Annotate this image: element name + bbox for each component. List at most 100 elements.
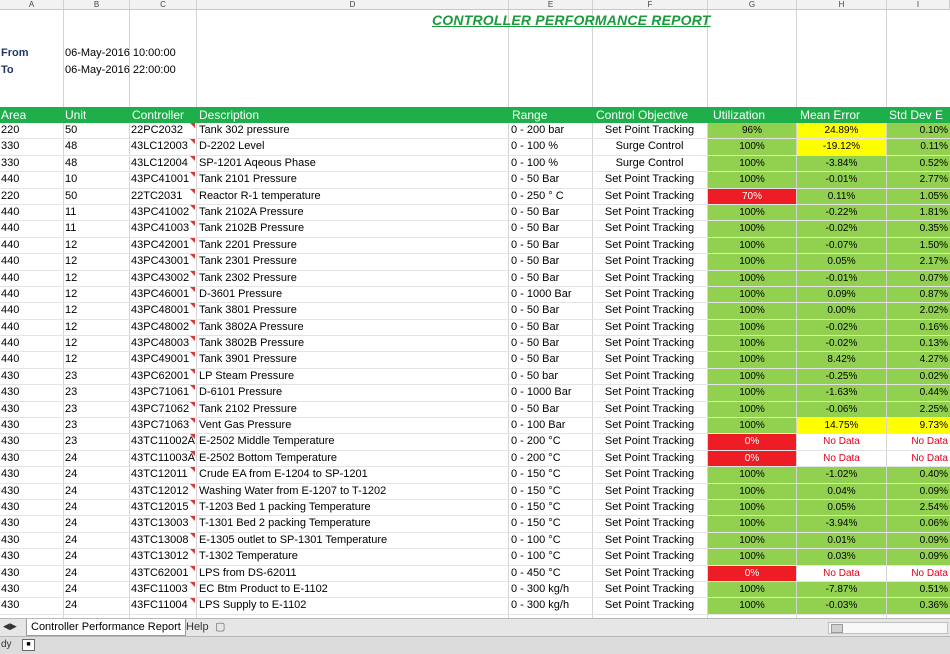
- cell-std-dev[interactable]: 2.77%: [887, 172, 950, 188]
- cell-controller[interactable]: 43PC41001: [131, 172, 195, 187]
- cell-control-objective[interactable]: Set Point Tracking: [593, 303, 706, 318]
- cell-unit[interactable]: 24: [65, 516, 127, 531]
- cell-unit[interactable]: 12: [65, 320, 127, 335]
- cell-mean-error[interactable]: -0.25%: [797, 368, 886, 385]
- cell-area[interactable]: 440: [0, 254, 63, 269]
- cell-range[interactable]: 0 - 1000 Bar: [511, 385, 591, 400]
- cell-area[interactable]: 220: [0, 123, 63, 138]
- cell-control-objective[interactable]: Set Point Tracking: [593, 533, 706, 548]
- cell-utilization[interactable]: 100%: [708, 352, 796, 368]
- table-row[interactable]: 440 12 43PC46001 D-3601 Pressure 0 - 1000 Ba…: [0, 286, 950, 304]
- cell-area[interactable]: 430: [0, 566, 63, 581]
- cell-utilization[interactable]: 100%: [708, 270, 796, 286]
- cell-std-dev[interactable]: 0.06%: [887, 516, 950, 532]
- comment-indicator-icon[interactable]: [190, 467, 195, 473]
- cell-description[interactable]: Tank 2302 Pressure: [199, 271, 507, 286]
- cell-unit[interactable]: 24: [65, 549, 127, 564]
- comment-indicator-icon[interactable]: [190, 483, 195, 489]
- cell-control-objective[interactable]: Set Point Tracking: [593, 582, 706, 597]
- comment-indicator-icon[interactable]: [190, 581, 195, 587]
- cell-area[interactable]: 440: [0, 221, 63, 236]
- cell-unit[interactable]: 48: [65, 139, 127, 154]
- column-header-f[interactable]: F: [593, 0, 708, 9]
- cell-range[interactable]: 0 - 50 Bar: [511, 402, 591, 417]
- cell-mean-error[interactable]: -0.02%: [797, 319, 886, 336]
- cell-description[interactable]: Tank 3802B Pressure: [199, 336, 507, 351]
- comment-indicator-icon[interactable]: [190, 499, 195, 505]
- column-header-i[interactable]: I: [887, 0, 950, 9]
- cell-unit[interactable]: 12: [65, 303, 127, 318]
- comment-indicator-icon[interactable]: [190, 188, 195, 194]
- cell-std-dev[interactable]: 2.54%: [887, 499, 950, 516]
- cell-unit[interactable]: 24: [65, 500, 127, 515]
- cell-mean-error[interactable]: 14.75%: [797, 418, 886, 434]
- cell-range[interactable]: 0 - 200 °C: [511, 434, 591, 449]
- cell-std-dev[interactable]: 2.25%: [887, 401, 950, 418]
- comment-indicator-icon[interactable]: [190, 401, 195, 407]
- sheet-tab-help[interactable]: Help: [182, 619, 213, 635]
- comment-indicator-icon[interactable]: [190, 532, 195, 538]
- cell-utilization[interactable]: 100%: [708, 172, 796, 188]
- cell-controller[interactable]: 43PC62001: [131, 368, 195, 384]
- cell-controller[interactable]: 43PC71062: [131, 401, 195, 417]
- cell-std-dev[interactable]: 1.81%: [887, 204, 950, 221]
- cell-mean-error[interactable]: 0.03%: [797, 549, 886, 565]
- cell-area[interactable]: 430: [0, 500, 63, 515]
- comment-indicator-icon[interactable]: [190, 598, 195, 604]
- cell-mean-error[interactable]: -19.12%: [797, 139, 886, 155]
- cell-controller[interactable]: 43PC43001: [131, 254, 195, 269]
- cell-description[interactable]: Tank 3801 Pressure: [199, 303, 507, 318]
- comment-indicator-icon[interactable]: [190, 319, 195, 325]
- column-header-b[interactable]: B: [64, 0, 130, 9]
- cell-std-dev[interactable]: 0.87%: [887, 286, 950, 303]
- cell-controller[interactable]: 43TC11002A: [131, 434, 195, 449]
- cell-mean-error[interactable]: -1.02%: [797, 467, 886, 483]
- cell-range[interactable]: 0 - 50 Bar: [511, 352, 591, 367]
- cell-range[interactable]: 0 - 150 °C: [511, 500, 591, 515]
- cell-mean-error[interactable]: 8.42%: [797, 352, 886, 368]
- cell-utilization[interactable]: 100%: [708, 237, 796, 254]
- cell-controller[interactable]: 43FC11004: [131, 598, 195, 613]
- cell-controller[interactable]: 43PC49001: [131, 352, 195, 367]
- cell-description[interactable]: EC Btm Product to E-1102: [199, 582, 507, 597]
- cell-controller[interactable]: 43TC11003A: [131, 450, 195, 466]
- cell-range[interactable]: 0 - 50 Bar: [511, 172, 591, 187]
- cell-control-objective[interactable]: Set Point Tracking: [593, 418, 706, 433]
- cell-mean-error[interactable]: -1.63%: [797, 385, 886, 401]
- table-row[interactable]: 430 23 43TC11002A E-2502 Middle Temperature…: [0, 434, 950, 451]
- sheet-nav-arrows-icon[interactable]: ◀▶: [3, 621, 17, 632]
- cell-control-objective[interactable]: Set Point Tracking: [593, 254, 706, 269]
- table-row[interactable]: 440 12 43PC48002 Tank 3802A Pressure 0 - 50 …: [0, 319, 950, 337]
- cell-control-objective[interactable]: Set Point Tracking: [593, 123, 706, 138]
- cell-area[interactable]: 440: [0, 205, 63, 220]
- to-value[interactable]: 06-May-2016 22:00:00: [65, 62, 176, 78]
- cell-range[interactable]: 0 - 200 bar: [511, 123, 591, 138]
- cell-area[interactable]: 430: [0, 402, 63, 417]
- table-row[interactable]: 220 50 22TC2031 Reactor R-1 temperature 0 - …: [0, 188, 950, 205]
- header-control-objective[interactable]: Control Objective: [596, 107, 688, 123]
- cell-unit[interactable]: 50: [65, 123, 127, 138]
- table-row[interactable]: 330 48 43LC12003 D-2202 Level 0 - 100 % Surge…: [0, 139, 950, 156]
- cell-unit[interactable]: 24: [65, 582, 127, 597]
- table-row[interactable]: 430 24 43TC11003A E-2502 Bottom Temperature…: [0, 450, 950, 468]
- cell-controller[interactable]: 43LC12004: [131, 155, 195, 171]
- cell-controller[interactable]: 43PC41003: [131, 221, 195, 236]
- cell-control-objective[interactable]: Set Point Tracking: [593, 434, 706, 449]
- column-header-a[interactable]: A: [0, 0, 64, 9]
- to-row[interactable]: To 06-May-2016 22:00:00: [0, 62, 196, 78]
- cell-std-dev[interactable]: 0.09%: [887, 532, 950, 549]
- cell-unit[interactable]: 23: [65, 402, 127, 417]
- cell-control-objective[interactable]: Set Point Tracking: [593, 336, 706, 351]
- cell-controller[interactable]: 22PC2032: [131, 123, 195, 138]
- comment-indicator-icon[interactable]: [190, 254, 195, 260]
- cell-mean-error[interactable]: 0.05%: [797, 254, 886, 270]
- cell-description[interactable]: T-1301 Bed 2 packing Temperature: [199, 516, 507, 531]
- cell-control-objective[interactable]: Set Point Tracking: [593, 566, 706, 581]
- from-value[interactable]: 06-May-2016 10:00:00: [65, 45, 176, 61]
- table-row[interactable]: 440 12 43PC43001 Tank 2301 Pressure 0 - 50 B…: [0, 254, 950, 271]
- cell-mean-error[interactable]: 24.89%: [797, 123, 886, 139]
- cell-unit[interactable]: 24: [65, 533, 127, 548]
- cell-std-dev[interactable]: 4.27%: [887, 352, 950, 368]
- cell-mean-error[interactable]: 0.11%: [797, 188, 886, 204]
- cell-utilization[interactable]: 100%: [708, 516, 796, 532]
